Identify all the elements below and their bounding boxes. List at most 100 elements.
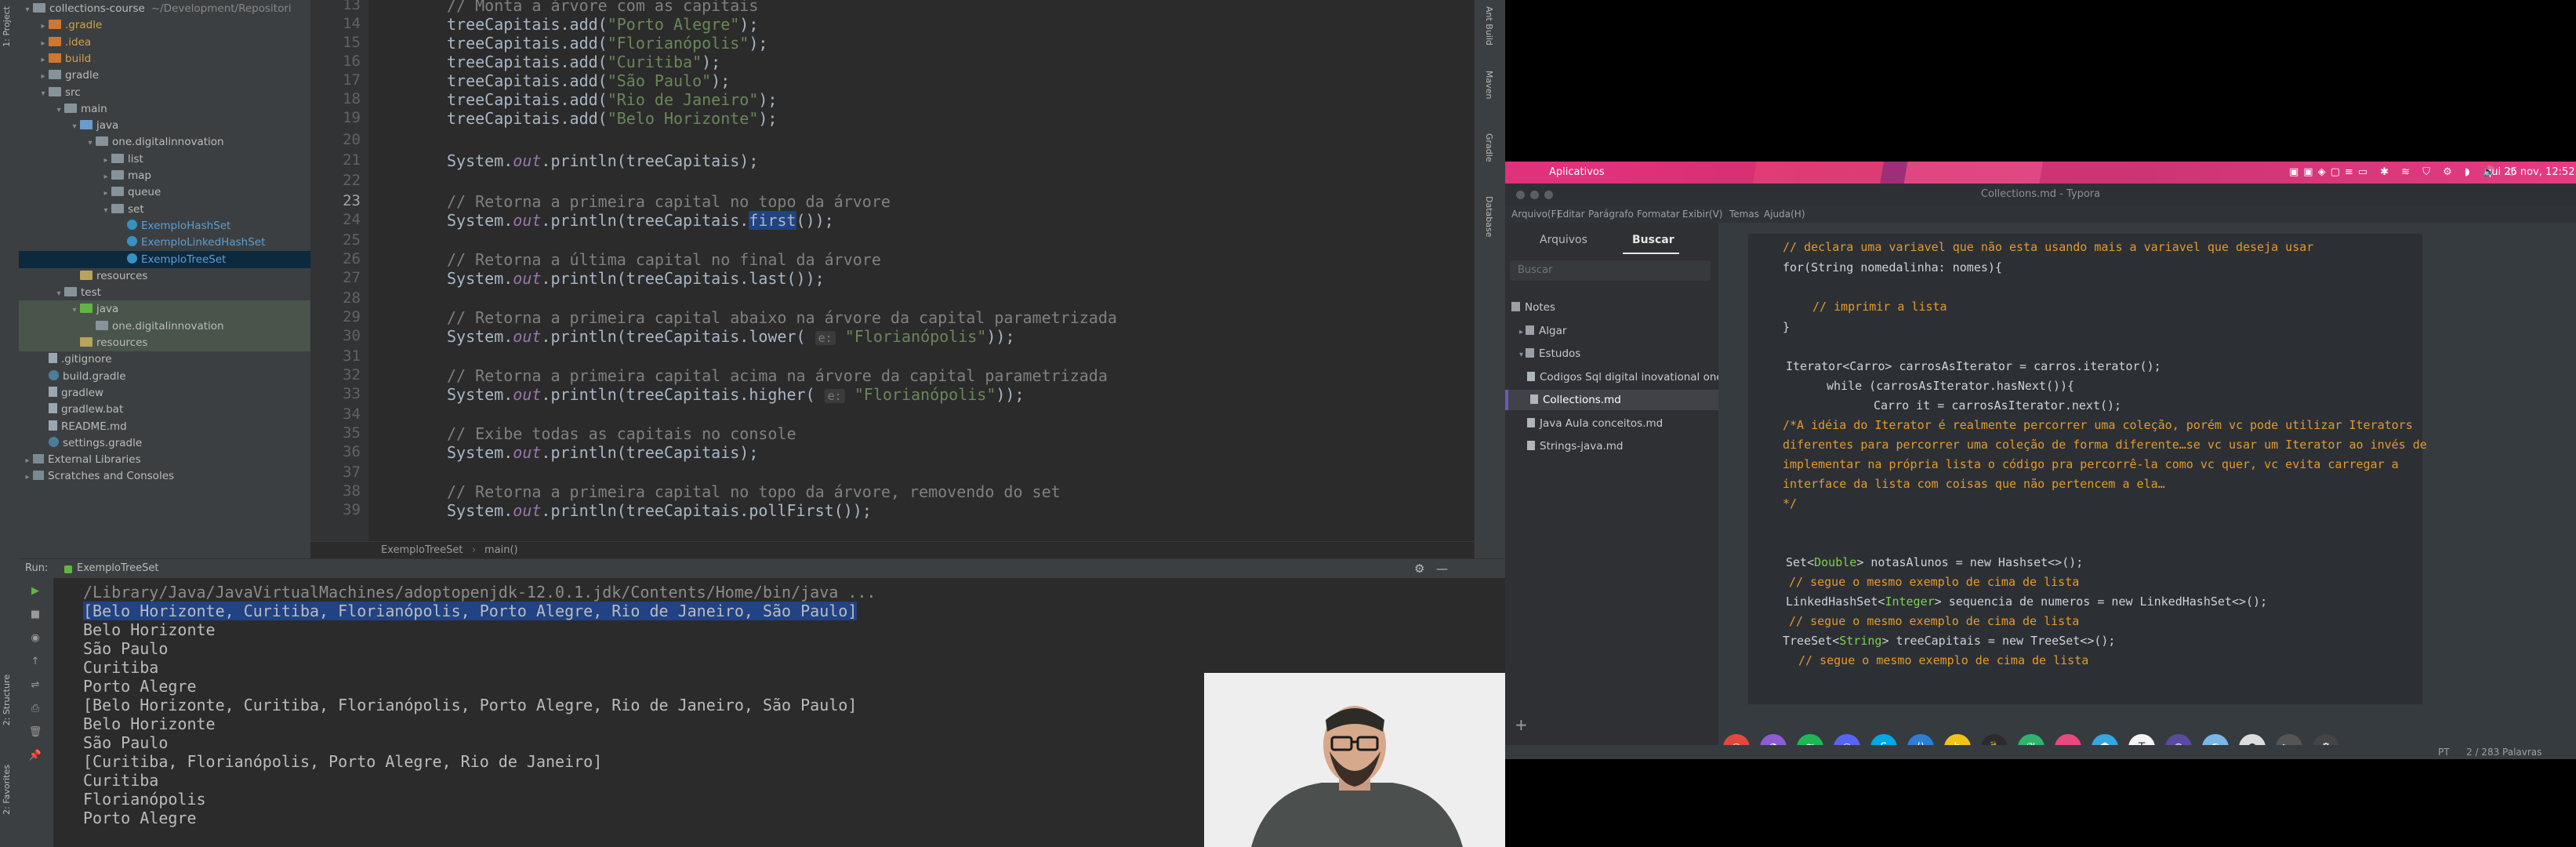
folder-icon bbox=[1511, 302, 1520, 311]
maven-tool-tab[interactable]: Maven bbox=[1484, 71, 1494, 99]
gear-icon[interactable]: ⚙ bbox=[1414, 559, 1424, 578]
typora-menu-item[interactable]: Parágrafo bbox=[1588, 205, 1634, 223]
favorites-tool-tab[interactable]: 2: Favorites bbox=[2, 765, 12, 815]
gradle-tool-tab[interactable]: Gradle bbox=[1484, 133, 1494, 162]
tree-item[interactable]: gradlew bbox=[19, 384, 310, 402]
stop-icon[interactable]: ■ bbox=[28, 609, 42, 620]
minimize-icon[interactable]: — bbox=[1436, 559, 1448, 578]
file-tree-item[interactable]: Strings-java.md bbox=[1505, 436, 1740, 456]
structure-tool-tab[interactable]: 2: Structure bbox=[2, 674, 12, 725]
file-tree-item[interactable]: ▸ Algar bbox=[1505, 321, 1732, 341]
line-number: 35 bbox=[343, 424, 361, 442]
tree-item[interactable]: ▾ main bbox=[19, 100, 310, 118]
package-icon bbox=[96, 320, 108, 330]
file-tree-label: Notes bbox=[1525, 301, 1555, 314]
tree-item[interactable]: ▸ gradle bbox=[19, 67, 310, 84]
file-tree-item[interactable]: Collections.md bbox=[1505, 390, 1743, 410]
md-line: diferentes para percorrer uma coleção de… bbox=[1783, 438, 2427, 452]
document-icon bbox=[1527, 371, 1535, 381]
tree-item[interactable]: gradlew.bat bbox=[19, 401, 310, 418]
ant-tool-tab[interactable]: Ant Build bbox=[1484, 6, 1494, 45]
code-line-19: treeCapitais.add("Belo Horizonte"); bbox=[447, 109, 778, 128]
tree-item[interactable]: ExemploTreeSet bbox=[19, 250, 310, 268]
maximize-window-button[interactable] bbox=[1544, 191, 1553, 199]
tree-item-label: one.digitalinnovation bbox=[112, 136, 224, 149]
tree-item[interactable]: ▸ External Libraries bbox=[19, 451, 310, 468]
camera-icon[interactable]: ◉ bbox=[28, 633, 42, 644]
line-number: 32 bbox=[343, 366, 361, 384]
file-tree-item[interactable]: Java Aula conceitos.md bbox=[1505, 413, 1740, 434]
up-icon[interactable]: ↑ bbox=[28, 656, 42, 667]
tree-item[interactable]: resources bbox=[19, 267, 310, 285]
run-panel-header: Run: ExemploTreeSet ⚙ — bbox=[19, 559, 1505, 578]
tree-item[interactable]: ▸ map bbox=[19, 167, 310, 184]
breadcrumb-class[interactable]: ExemploTreeSet bbox=[381, 542, 463, 559]
code-line-38: System.out.println(treeCapitais.pollFirs… bbox=[447, 501, 872, 520]
typora-menu-item[interactable]: Formatar bbox=[1637, 205, 1680, 223]
tree-item[interactable]: ▸ .gradle bbox=[19, 16, 310, 34]
tree-item[interactable]: ExemploHashSet bbox=[19, 217, 310, 234]
typora-menu-item[interactable]: Editar bbox=[1557, 205, 1585, 223]
database-tool-tab[interactable]: Database bbox=[1484, 196, 1494, 238]
file-tree-item[interactable]: Codigos Sql digital inovational one bbox=[1505, 367, 1740, 387]
tree-item[interactable]: ▸ queue bbox=[19, 184, 310, 201]
right-tool-strip: Ant Build Maven Gradle Database bbox=[1474, 0, 1505, 558]
typora-document[interactable]: // declara uma variavel que não esta usa… bbox=[1718, 223, 2576, 745]
language-indicator[interactable]: PT bbox=[2438, 747, 2450, 758]
tree-item[interactable]: ▾ test bbox=[19, 284, 310, 301]
typora-menu-item[interactable]: Exibir(V) bbox=[1682, 205, 1722, 223]
tab-search[interactable]: Buscar bbox=[1632, 234, 1674, 246]
search-input[interactable]: Buscar bbox=[1510, 260, 1711, 281]
applications-menu[interactable]: Aplicativos bbox=[1549, 166, 1605, 178]
tree-item[interactable]: ExemploLinkedHashSet bbox=[19, 234, 310, 251]
tree-item-label: resources bbox=[96, 336, 148, 349]
tree-item[interactable]: ▾ set bbox=[19, 201, 310, 218]
folder-icon bbox=[64, 103, 77, 113]
tree-item[interactable]: ▾ one.digitalinnovation bbox=[19, 133, 310, 151]
tree-item[interactable]: ▾ src bbox=[19, 84, 310, 101]
chevron-icon[interactable]: ▾ bbox=[1519, 351, 1523, 359]
tree-item[interactable]: build.gradle bbox=[19, 368, 310, 385]
tree-item[interactable]: settings.gradle bbox=[19, 434, 310, 452]
tray-icons[interactable]: ▣▣◈▢≡▭ ✱ ≋ ⛉ ⚙ ◗ 🔊 ⏻ bbox=[2289, 166, 2520, 178]
desktop-black-area-bottom bbox=[1505, 759, 2576, 847]
tree-item[interactable]: one.digitalinnovation bbox=[19, 317, 310, 335]
tree-item[interactable]: .gitignore bbox=[19, 351, 310, 368]
line-number: 27 bbox=[343, 269, 361, 286]
file-tree-item[interactable]: Notes bbox=[1505, 297, 1725, 318]
tree-item[interactable]: ▸ list bbox=[19, 151, 310, 168]
tree-item[interactable]: ▾ collections-course ~/Development/Reposit… bbox=[19, 0, 310, 17]
tree-item[interactable]: README.md bbox=[19, 418, 310, 435]
project-tool-tab[interactable]: 1: Project bbox=[2, 6, 12, 47]
wrap-icon[interactable]: ⇌ bbox=[28, 680, 42, 691]
chevron-icon[interactable]: ▸ bbox=[22, 469, 33, 486]
pin-icon[interactable]: 📌 bbox=[28, 751, 42, 762]
print-icon[interactable]: ⎙ bbox=[28, 703, 42, 714]
md-line: // imprimir a lista bbox=[1812, 300, 1947, 314]
trash-icon[interactable]: 🗑 bbox=[28, 727, 42, 738]
word-count[interactable]: 2 / 283 Palavras bbox=[2466, 747, 2542, 758]
line-number: 37 bbox=[343, 463, 361, 481]
tree-item[interactable]: ▸ build bbox=[19, 50, 310, 67]
folder-icon bbox=[80, 270, 93, 280]
close-window-button[interactable] bbox=[1516, 191, 1525, 199]
run-label: Run: bbox=[25, 562, 49, 574]
tree-item[interactable]: ▾ java bbox=[19, 300, 310, 318]
typora-menu-item[interactable]: Ajuda(H) bbox=[1764, 205, 1805, 223]
file-tree-item[interactable]: ▾ Estudos bbox=[1505, 344, 1732, 364]
tree-item[interactable]: resources bbox=[19, 334, 310, 351]
tab-files[interactable]: Arquivos bbox=[1540, 234, 1587, 246]
tree-item[interactable]: ▸ Scratches and Consoles bbox=[19, 467, 310, 485]
chevron-icon[interactable]: ▸ bbox=[1519, 328, 1523, 336]
add-icon[interactable]: + bbox=[1515, 715, 1528, 734]
code-editor[interactable]: // Monta a árvore com as capitais treeCa… bbox=[368, 0, 1474, 541]
tree-item[interactable]: ▸ .idea bbox=[19, 34, 310, 51]
breadcrumb-method[interactable]: main() bbox=[484, 542, 518, 559]
rerun-icon[interactable]: ▶ bbox=[28, 586, 42, 597]
run-tab[interactable]: ExemploTreeSet bbox=[77, 559, 158, 578]
typora-menu-item[interactable]: Temas bbox=[1729, 205, 1759, 223]
minimize-window-button[interactable] bbox=[1530, 191, 1539, 199]
code-block[interactable]: // declara uma variavel que não esta usa… bbox=[1748, 234, 2427, 704]
tree-item[interactable]: ▾ java bbox=[19, 117, 310, 134]
typora-menu-item[interactable]: Arquivo(F) bbox=[1511, 205, 1560, 223]
